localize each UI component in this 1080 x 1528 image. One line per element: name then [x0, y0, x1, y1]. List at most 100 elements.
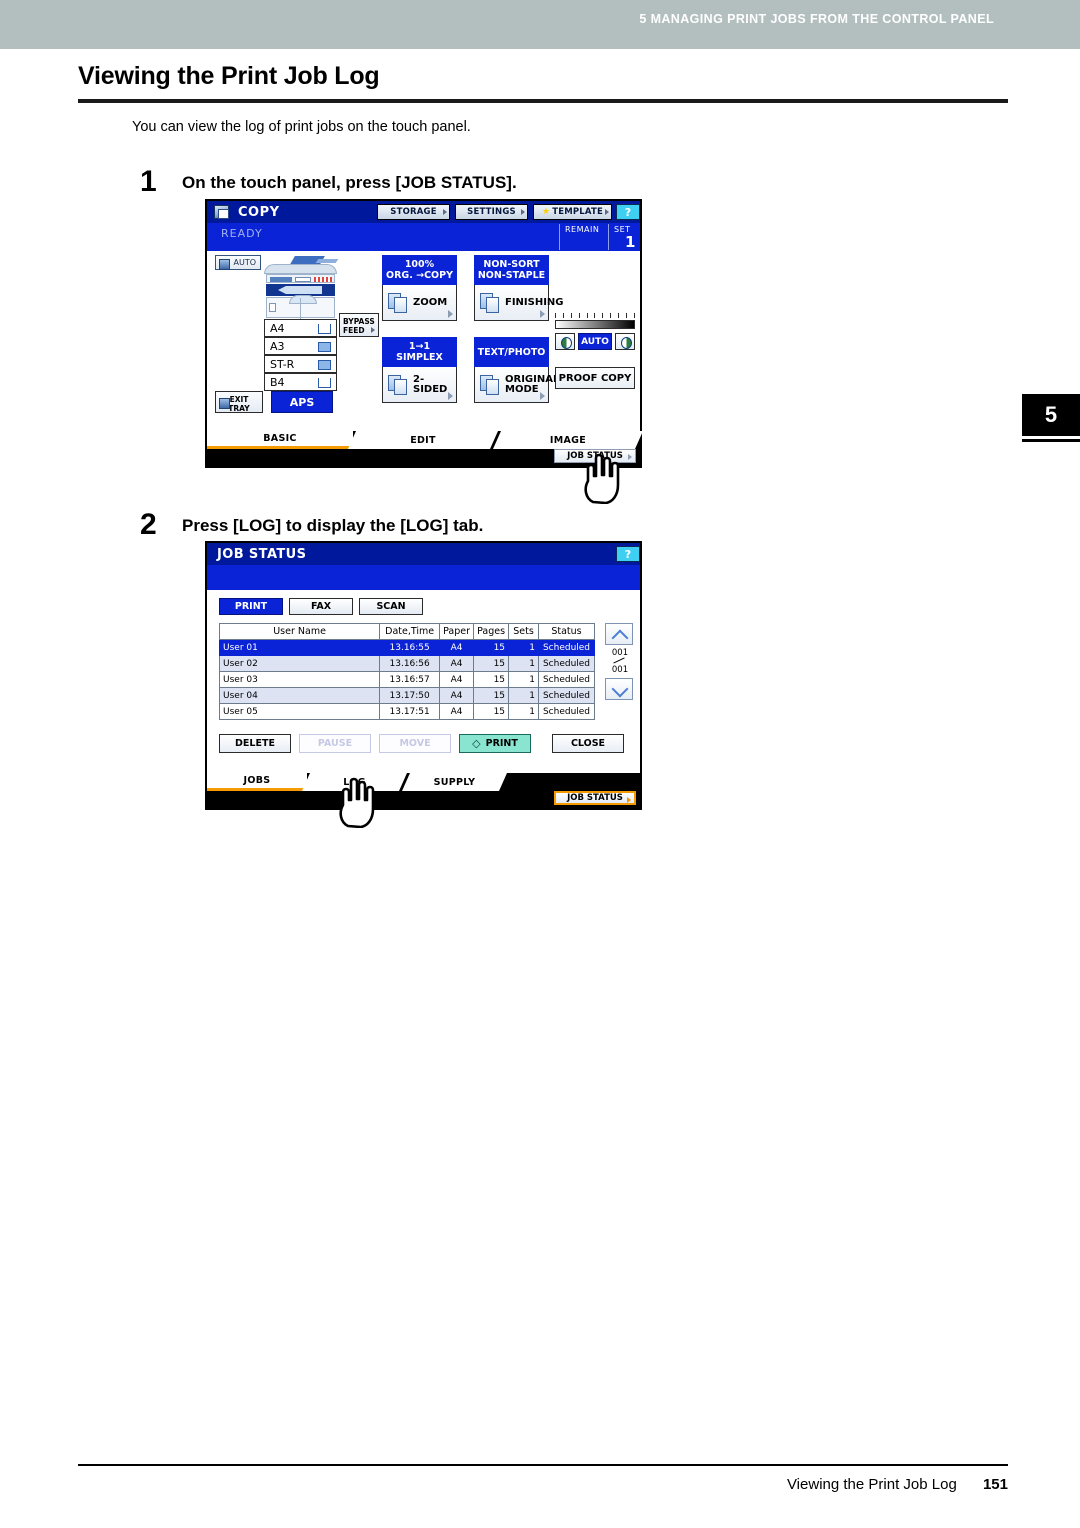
copy-tabs: BASIC EDIT IMAGE [207, 431, 640, 449]
paper-size-row-3[interactable]: ST-R [264, 355, 337, 373]
scroll-down-button[interactable] [605, 678, 633, 700]
chevron-right-icon [371, 327, 375, 333]
cell-paper: A4 [439, 671, 475, 688]
duplex-icon [388, 375, 408, 395]
settings-button[interactable]: SETTINGS [455, 204, 528, 220]
cell-pages: 15 [473, 703, 510, 720]
col-paper: Paper [439, 623, 475, 640]
chevron-right-icon [448, 310, 453, 318]
footer-rule [78, 1464, 1008, 1466]
two-sided-button-body[interactable]: 2-SIDED [382, 367, 457, 403]
bypass-feed-line1: BYPASS [343, 317, 375, 326]
cell-date-time: 13.16:55 [379, 639, 441, 656]
tab-supply[interactable]: SUPPLY [402, 773, 507, 791]
scroll-position: 001 001 [605, 648, 635, 675]
cell-pages: 15 [473, 655, 510, 672]
bypass-feed-button[interactable]: BYPASS FEED [339, 313, 379, 337]
cell-sets: 1 [508, 671, 539, 688]
paper-size-label: ST-R [270, 357, 295, 371]
paper-size-row-4[interactable]: B4 [264, 373, 337, 391]
finishing-button-body[interactable]: FINISHING [474, 285, 564, 321]
tab-edit[interactable]: EDIT [348, 431, 498, 449]
copy-screen: COPY STORAGE SETTINGS ★ TEMPLATE ? READY… [205, 199, 642, 468]
duplex-mode-line2: SIMPLEX [396, 352, 443, 363]
chapter-thumb-rule [1022, 439, 1080, 442]
paper-orientation-icon [318, 342, 331, 352]
table-row[interactable]: User 02 13.16:56 A4 15 1 Scheduled [218, 655, 596, 672]
chevron-right-icon [628, 454, 632, 460]
density-scale-ticks [555, 313, 635, 319]
help-button[interactable]: ? [616, 546, 640, 562]
original-mode-button[interactable]: TEXT/PHOTO ORIGINAL MODE [474, 337, 559, 403]
tab-scan[interactable]: SCAN [359, 598, 423, 615]
paper-size-label: A3 [270, 339, 285, 353]
storage-label: STORAGE [390, 207, 437, 217]
machine-control-panel [266, 274, 335, 283]
original-mode-icon [480, 375, 500, 395]
scroll-total: 001 [611, 665, 629, 675]
copy-status-bar: READY REMAIN SET 1 [207, 223, 640, 251]
table-row[interactable]: User 04 13.17:50 A4 15 1 Scheduled [218, 687, 596, 704]
zoom-button-body[interactable]: ZOOM [382, 285, 457, 321]
table-row[interactable]: User 01 13.16:55 A4 15 1 Scheduled [218, 639, 596, 656]
delete-button[interactable]: DELETE [219, 734, 291, 753]
hand-pointer-icon [335, 776, 381, 828]
cell-sets: 1 [508, 639, 539, 656]
density-darker-button[interactable] [615, 333, 635, 350]
proof-copy-button[interactable]: PROOF COPY [555, 367, 635, 389]
tab-image[interactable]: IMAGE [493, 431, 643, 449]
cell-status: Scheduled [537, 655, 596, 672]
aps-button[interactable]: APS [271, 391, 333, 413]
job-status-screen: JOB STATUS ? PRINT FAX SCAN User Name Da… [205, 541, 642, 810]
exit-tray-button[interactable]: EXIT TRAY [215, 391, 263, 413]
paper-size-row-1[interactable]: A4 [264, 319, 337, 337]
tab-fax[interactable]: FAX [289, 598, 353, 615]
machine-drawer [266, 295, 335, 319]
job-list-table: User Name Date,Time Paper Pages Sets Sta… [218, 623, 596, 720]
density-auto-button[interactable]: AUTO [578, 333, 612, 350]
finishing-button[interactable]: NON-SORT NON-STAPLE FINISHING [474, 255, 564, 321]
machine-top [264, 264, 337, 274]
density-lighter-button[interactable] [555, 333, 575, 350]
job-status-body: PRINT FAX SCAN User Name Date,Time Paper… [207, 590, 640, 776]
col-status: Status [537, 623, 596, 640]
zoom-icon [388, 293, 408, 313]
cell-date-time: 13.17:51 [379, 703, 441, 720]
tab-basic[interactable]: BASIC [207, 431, 353, 449]
density-gradient-bar [555, 320, 635, 329]
copy-tab-strip: BASIC EDIT IMAGE JOB STATUS [207, 431, 640, 466]
job-status-button[interactable]: JOB STATUS [554, 791, 636, 805]
chevron-right-icon [540, 392, 545, 400]
two-sided-button[interactable]: 1→1 SIMPLEX 2-SIDED [382, 337, 457, 403]
zoom-direction: ORG. →COPY [386, 270, 453, 281]
close-button[interactable]: CLOSE [552, 734, 624, 753]
col-sets: Sets [508, 623, 539, 640]
tab-print[interactable]: PRINT [219, 598, 283, 615]
storage-button[interactable]: STORAGE [377, 204, 450, 220]
star-icon: ★ [541, 207, 551, 217]
paper-direction-arrow-icon [278, 286, 322, 294]
auto-color-chip[interactable]: AUTO [215, 255, 261, 270]
hand-pointer-icon [580, 452, 626, 504]
original-mode-button-body[interactable]: ORIGINAL MODE [474, 367, 559, 403]
table-row[interactable]: User 05 13.17:51 A4 15 1 Scheduled [218, 703, 596, 720]
paper-size-row-2[interactable]: A3 [264, 337, 337, 355]
cell-pages: 15 [473, 671, 510, 688]
panel-display [270, 277, 292, 282]
print-button[interactable]: PRINT [459, 734, 531, 753]
copy-icon [214, 205, 229, 219]
zoom-button[interactable]: 100% ORG. →COPY ZOOM [382, 255, 457, 321]
original-mode-caption: TEXT/PHOTO [474, 337, 549, 367]
original-mode-label: ORIGINAL MODE [505, 373, 560, 395]
original-mode-value: TEXT/PHOTO [477, 346, 546, 358]
cell-status: Scheduled [537, 639, 596, 656]
scroll-up-button[interactable] [605, 623, 633, 645]
chevron-right-icon [540, 310, 545, 318]
cell-user-name: User 03 [218, 671, 381, 688]
tab-jobs[interactable]: JOBS [207, 773, 307, 791]
paper-size-label: B4 [270, 375, 285, 389]
template-button[interactable]: ★ TEMPLATE [533, 204, 612, 220]
help-button[interactable]: ? [616, 204, 640, 220]
cell-sets: 1 [508, 703, 539, 720]
table-row[interactable]: User 03 13.16:57 A4 15 1 Scheduled [218, 671, 596, 688]
